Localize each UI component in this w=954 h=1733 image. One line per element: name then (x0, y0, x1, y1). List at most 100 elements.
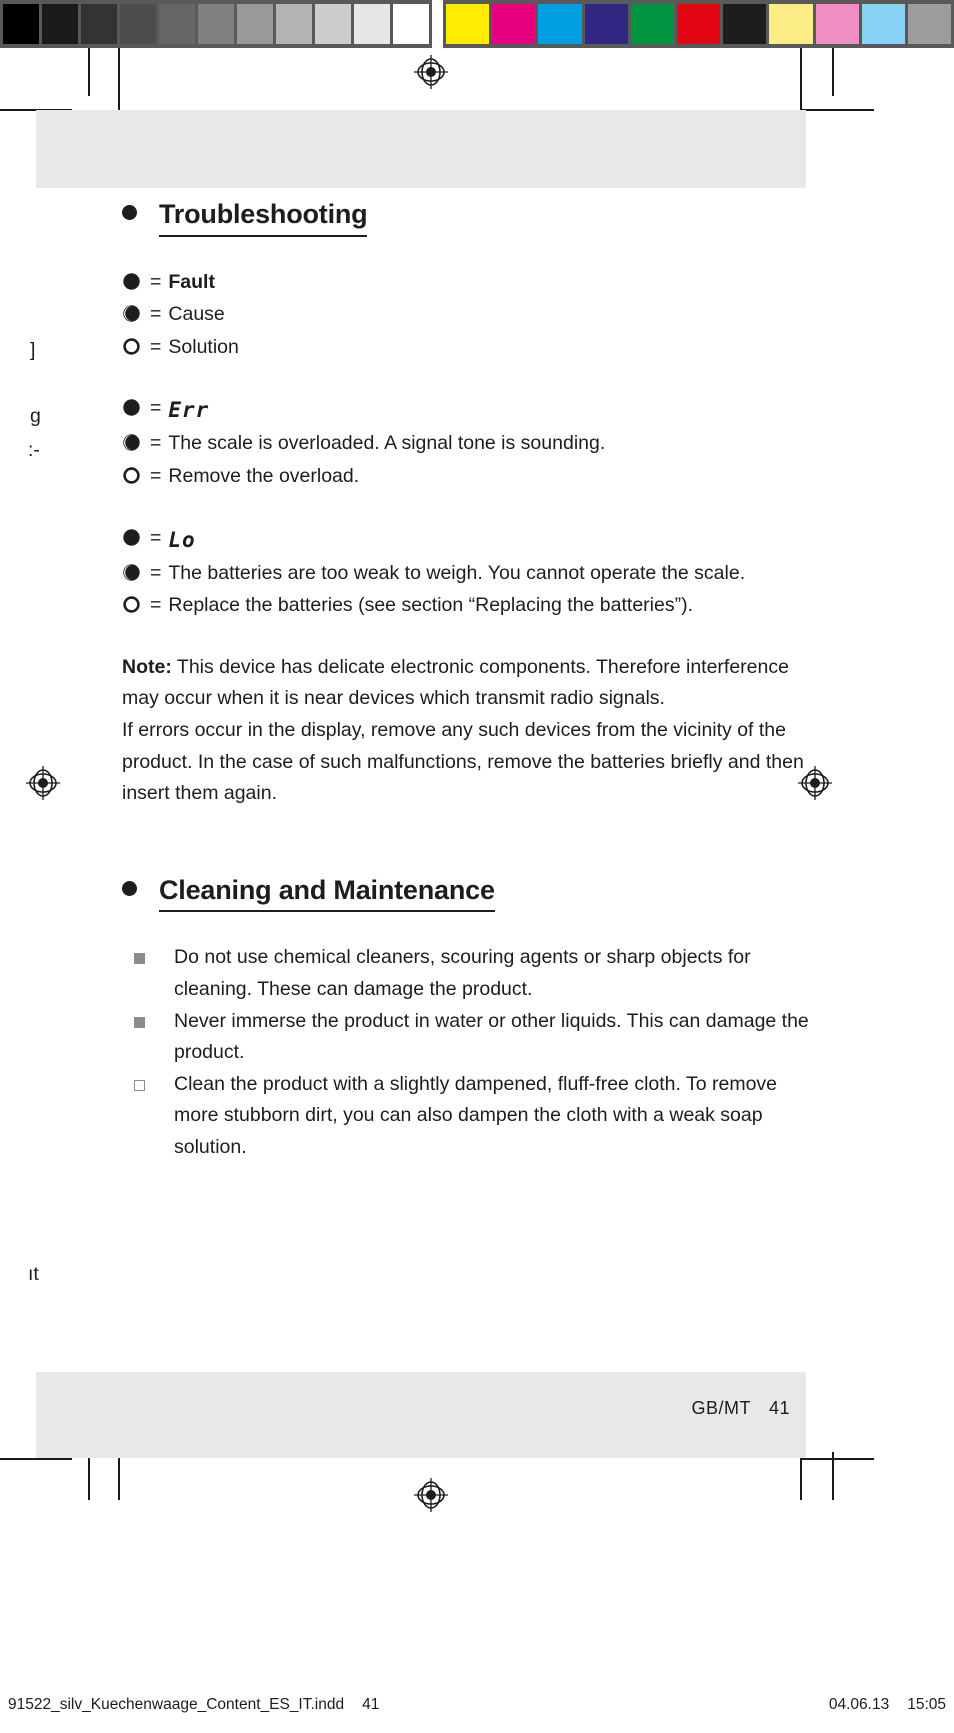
bleed-fragment: ] (30, 339, 36, 361)
bleed-fragment: ıt (28, 1263, 39, 1285)
grayscale-calibration-bar (0, 0, 432, 48)
equals-sign: = (150, 594, 162, 617)
fault-block-err: = Err = The scale is overloaded. A signa… (122, 393, 822, 492)
registration-target-bottom-center (414, 1478, 448, 1512)
symbol-legend: = Fault = Cause = Solution (122, 267, 822, 364)
color-swatch-0 (446, 4, 490, 44)
grayscale-swatch-8 (315, 4, 351, 44)
registration-target-left-middle (26, 766, 60, 800)
grayscale-swatch-7 (276, 4, 312, 44)
fault-cause-text: The scale is overloaded. A signal tone i… (168, 432, 606, 455)
fault-code-row: = Lo (122, 523, 822, 557)
equals-sign: = (150, 432, 162, 455)
page-language-label: GB/MT (691, 1398, 751, 1418)
bleed-fragment: g (30, 405, 41, 427)
list-item: Never immerse the product in water or ot… (122, 1006, 822, 1069)
print-calibration-strip (0, 0, 954, 48)
imprint-time: 15:05 (907, 1696, 946, 1713)
fault-solution-text: Replace the batteries (see section “Repl… (168, 594, 693, 617)
fault-cause-text: The batteries are too weak to weigh. You… (168, 561, 746, 584)
crop-mark-top-right-inner-vertical (800, 48, 802, 110)
crescent-circle-icon (122, 433, 141, 452)
grayscale-swatch-5 (198, 4, 234, 44)
page-number: 41 (768, 1398, 790, 1418)
registration-target-top-center (414, 55, 448, 89)
grayscale-swatch-6 (237, 4, 273, 44)
fault-code-row: = Err (122, 393, 822, 427)
imprint-line: 91522_silv_Kuechenwaage_Content_ES_IT.in… (0, 1696, 954, 1714)
bullet-circle-icon (122, 205, 137, 220)
filled-circle-icon (122, 398, 141, 417)
color-swatch-7 (769, 4, 813, 44)
color-swatch-10 (907, 4, 952, 44)
fault-solution-row: = Replace the batteries (see section “Re… (122, 590, 822, 622)
hollow-square-bullet-icon (134, 1079, 145, 1091)
note-text-1: This device has delicate electronic comp… (122, 655, 789, 710)
crop-mark-top-left-inner-vertical (118, 48, 120, 110)
crop-mark-top-right-horizontal (802, 109, 874, 111)
legend-label-fault: Fault (168, 270, 215, 293)
legend-label-cause: Cause (168, 303, 225, 326)
filled-square-bullet-icon (134, 953, 145, 965)
fault-code-err: Err (168, 398, 210, 423)
fault-solution-text: Remove the overload. (168, 465, 360, 488)
grayscale-swatch-9 (354, 4, 390, 44)
section-heading-cleaning-and-maintenance: Cleaning and Maintenance (122, 875, 822, 913)
fault-block-lo: = Lo = The batteries are too weak to wei… (122, 523, 822, 622)
crop-mark-top-right-vertical (832, 48, 834, 96)
imprint-page: 41 (362, 1696, 380, 1713)
color-swatch-3 (584, 4, 628, 44)
legend-item-cause: = Cause (122, 299, 822, 331)
imprint-left: 91522_silv_Kuechenwaage_Content_ES_IT.in… (8, 1696, 379, 1714)
filled-square-bullet-icon (134, 1016, 145, 1028)
page-content: Troubleshooting = Fault = Cause = Soluti… (122, 199, 822, 1164)
grayscale-swatch-1 (42, 4, 78, 44)
fault-solution-row: = Remove the overload. (122, 461, 822, 493)
color-swatch-1 (492, 4, 536, 44)
imprint-date: 04.06.13 (828, 1696, 890, 1713)
color-calibration-bar (443, 0, 954, 48)
list-item-text: Do not use chemical cleaners, scouring a… (174, 946, 751, 1000)
crop-mark-bottom-left-vertical (88, 1452, 90, 1500)
color-swatch-8 (815, 4, 859, 44)
color-swatch-5 (676, 4, 721, 44)
color-swatch-4 (630, 4, 674, 44)
fault-code-lo: Lo (168, 527, 196, 552)
grayscale-swatch-2 (81, 4, 117, 44)
color-swatch-9 (861, 4, 905, 44)
section-title: Cleaning and Maintenance (159, 875, 495, 913)
legend-item-solution: = Solution (122, 332, 822, 364)
bullet-circle-icon (122, 880, 137, 896)
color-swatch-6 (723, 4, 767, 44)
legend-item-fault: = Fault (122, 267, 822, 299)
bleed-fragment: :- (28, 439, 40, 461)
section-heading-troubleshooting: Troubleshooting (122, 199, 822, 237)
note-label: Note: (122, 655, 172, 678)
equals-sign: = (150, 526, 162, 549)
page-marker: GB/MT 41 (560, 1398, 790, 1419)
list-item-text: Never immerse the product in water or ot… (174, 1009, 809, 1064)
grayscale-swatch-4 (159, 4, 195, 44)
list-item: Do not use chemical cleaners, scouring a… (122, 942, 822, 1005)
hollow-circle-icon (122, 337, 141, 356)
color-swatch-2 (538, 4, 582, 44)
filled-circle-icon (122, 528, 141, 547)
crop-mark-bottom-right-horizontal (802, 1458, 874, 1460)
list-item: Clean the product with a slightly dampen… (122, 1069, 822, 1164)
page-header-band (36, 110, 806, 188)
legend-label-solution: Solution (168, 335, 239, 358)
imprint-filename: 91522_silv_Kuechenwaage_Content_ES_IT.in… (8, 1696, 345, 1713)
filled-circle-icon (122, 272, 141, 291)
equals-sign: = (150, 303, 162, 326)
equals-sign: = (150, 335, 162, 358)
crop-mark-top-left-vertical (88, 48, 90, 96)
crescent-circle-icon (122, 563, 141, 582)
section-title: Troubleshooting (159, 199, 368, 237)
equals-sign: = (150, 465, 162, 488)
grayscale-swatch-10 (393, 4, 429, 44)
grayscale-swatch-3 (120, 4, 156, 44)
grayscale-swatch-0 (3, 4, 39, 44)
equals-sign: = (150, 561, 162, 584)
equals-sign: = (150, 270, 162, 293)
